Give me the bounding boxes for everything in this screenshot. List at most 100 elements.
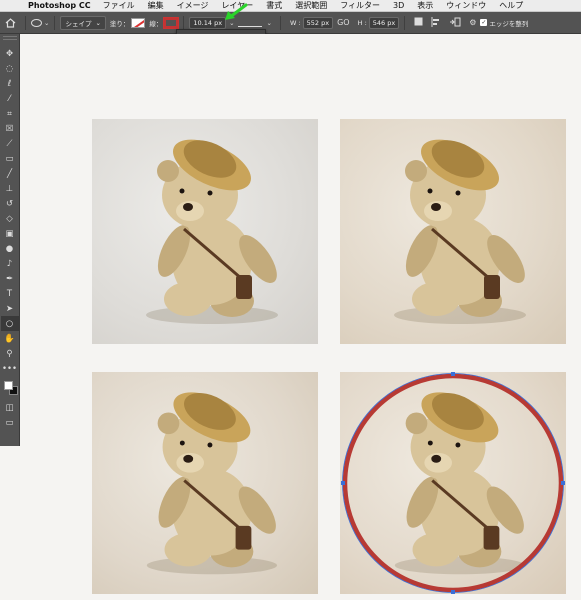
more-tools-icon[interactable]: ••• [1, 361, 19, 376]
path-arrangement-icon[interactable] [449, 17, 461, 29]
menu-item-image[interactable]: イメージ [177, 0, 209, 11]
chevron-down-icon: ⌄ [44, 18, 50, 27]
width-input[interactable]: 552 px [302, 16, 334, 29]
gradient-tool-icon[interactable]: ▣ [1, 226, 19, 241]
anchor-point [561, 481, 565, 485]
menu-item-help[interactable]: ヘルプ [499, 0, 523, 11]
align-edges-label: エッジを整列 [489, 19, 529, 28]
app-name-menu[interactable]: Photoshop CC [28, 1, 91, 10]
tool-preset-picker[interactable]: ⌄ [31, 18, 50, 27]
menu-item-edit[interactable]: 編集 [148, 0, 164, 11]
divider [183, 15, 185, 30]
bear-nose [183, 203, 193, 211]
height-label: H : [357, 18, 367, 27]
bear-shadow [146, 306, 278, 324]
frame-tool-icon[interactable]: ☒ [1, 121, 19, 136]
pen-tool-icon[interactable]: ✒ [1, 271, 19, 286]
document-canvas[interactable] [21, 34, 581, 600]
crop-tool-icon[interactable]: ⌗ [1, 106, 19, 121]
align-edges-checkbox[interactable]: ✓ [480, 19, 488, 26]
foreground-color-swatch[interactable] [3, 381, 13, 390]
bear-nose [431, 203, 441, 211]
bear-nose [183, 454, 194, 463]
menu-item-3d[interactable]: 3D [393, 1, 404, 10]
mode-select-value: シェイプ [65, 19, 92, 28]
green-arrow-icon [225, 3, 248, 20]
divider [404, 15, 406, 30]
teddy-bear-illustration [146, 392, 278, 575]
type-tool-icon[interactable]: T [1, 286, 19, 301]
color-swatches [1, 378, 19, 400]
lasso-tool-icon[interactable]: ℓ [1, 76, 19, 91]
options-bar: ⌄ シェイプ ⌄ 塗り： 線： 10.14 px ⌄ ⌄ W : 552 px … [0, 12, 581, 34]
gear-icon[interactable]: ⚙ [469, 18, 476, 27]
menu-item-file[interactable]: ファイル [103, 0, 135, 11]
bear-bag [236, 275, 252, 299]
fill-label: 塗り： [109, 19, 130, 28]
menu-item-view[interactable]: 表示 [417, 0, 433, 11]
bear-bag [235, 525, 252, 550]
ellipse-tool-icon[interactable]: ○ [0, 316, 19, 331]
divider [279, 15, 281, 30]
menu-item-filter[interactable]: フィルター [340, 0, 380, 11]
path-operations-icon[interactable] [414, 17, 423, 28]
mode-select[interactable]: シェイプ ⌄ [60, 15, 106, 30]
menu-item-window[interactable]: ウィンドウ [446, 0, 486, 11]
anchor-point [341, 481, 345, 485]
ellipse-icon [31, 18, 42, 27]
bear-eye [207, 442, 213, 448]
home-icon[interactable] [0, 12, 20, 33]
eraser-tool-icon[interactable]: ◇ [1, 211, 19, 226]
brush-tool-icon[interactable]: ╱ [1, 166, 19, 181]
stamp-tool-icon[interactable]: ⊥ [1, 181, 19, 196]
stroke-label: 線： [149, 19, 163, 28]
bear-ear [157, 160, 179, 182]
menu-bar: Photoshop CC ファイル 編集 イメージ レイヤー 書式 選択範囲 フ… [0, 0, 581, 12]
stroke-width-input[interactable]: 10.14 px [189, 16, 227, 29]
healing-brush-tool-icon[interactable]: ▭ [1, 151, 19, 166]
path-selection-tool-icon[interactable]: ➤ [1, 301, 19, 316]
marquee-ellipse-tool-icon[interactable]: ◌ [1, 61, 19, 76]
stroke-swatch[interactable] [163, 16, 180, 29]
history-brush-tool-icon[interactable]: ↺ [1, 196, 19, 211]
path-alignment-icon[interactable] [431, 16, 441, 29]
chevron-down-icon[interactable]: ⌄ [267, 19, 272, 27]
tools-panel: ✥ ◌ ℓ ⁄ ⌗ ☒ ⟋ ▭ ╱ ⊥ ↺ ◇ ▣ ● ♪ ✒ T ➤ ○ ✋ … [0, 34, 20, 446]
bear-eye [427, 188, 433, 194]
hand-tool-icon[interactable]: ✋ [1, 331, 19, 346]
bear-eye [179, 440, 185, 446]
quick-mask-icon[interactable]: ◫ [1, 400, 19, 415]
zoom-tool-icon[interactable]: ⚲ [1, 346, 19, 361]
divider [54, 15, 56, 30]
width-label: W : [289, 18, 301, 27]
bear-shadow [394, 306, 526, 324]
bear-bag [484, 275, 500, 299]
anchor-point [451, 590, 455, 594]
bear-eye [179, 188, 185, 194]
menu-item-select[interactable]: 選択範囲 [295, 0, 327, 11]
eyedropper-tool-icon[interactable]: ⟋ [1, 136, 19, 151]
dodge-tool-icon[interactable]: ♪ [1, 256, 19, 271]
bear-shadow [146, 556, 278, 575]
teddy-bear-photo-3[interactable] [92, 372, 318, 594]
move-tool-icon[interactable]: ✥ [1, 46, 19, 61]
link-icon[interactable]: GO [337, 18, 350, 27]
bear-eye [455, 190, 461, 196]
screen-mode-icon[interactable]: ▭ [1, 415, 19, 430]
anchor-point [451, 372, 455, 376]
chevron-down-icon: ⌄ [95, 18, 101, 27]
height-input[interactable]: 546 px [368, 16, 400, 29]
teddy-bear-photo-1[interactable] [92, 119, 318, 344]
bear-ear [157, 412, 180, 435]
bear-eye [207, 190, 213, 196]
teddy-bear-photo-2[interactable] [340, 119, 566, 344]
panel-grip[interactable] [2, 36, 17, 40]
menu-item-type[interactable]: 書式 [266, 0, 282, 11]
teddy-bear-illustration [394, 139, 526, 324]
teddy-bear-illustration [146, 139, 278, 324]
magic-wand-tool-icon[interactable]: ⁄ [1, 91, 19, 106]
blur-tool-icon[interactable]: ● [1, 241, 19, 256]
fill-swatch[interactable] [131, 17, 146, 28]
bear-ear [405, 160, 427, 182]
ellipse-shape[interactable] [341, 372, 565, 594]
